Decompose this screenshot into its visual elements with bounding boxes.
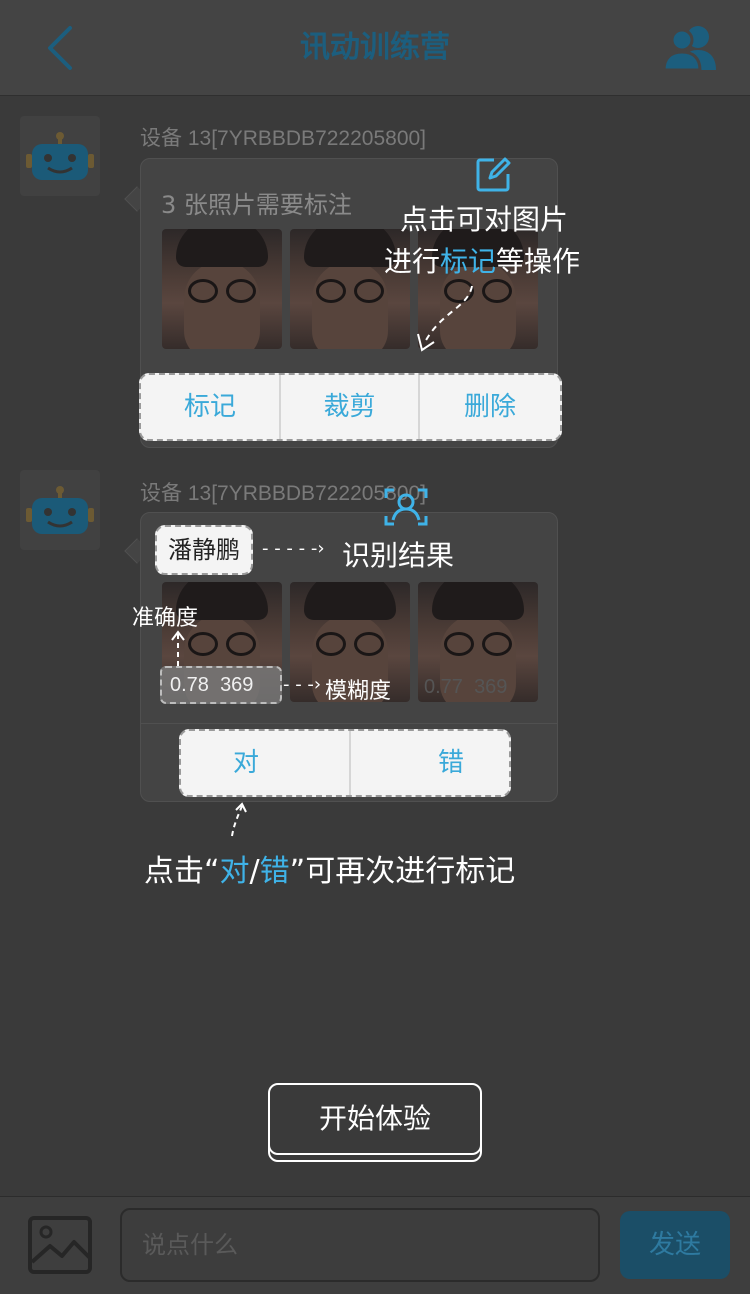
mark-button[interactable]: 标记 [141, 375, 279, 439]
dashed-arrow-icon [171, 630, 185, 666]
image-icon [28, 1216, 92, 1274]
send-button[interactable]: 发送 [620, 1211, 730, 1279]
page-title: 讯动训练营 [300, 30, 450, 65]
arrow-to-blur: - - -› [283, 674, 322, 695]
wrong-button[interactable]: 错 [381, 731, 521, 795]
dashed-arrow-icon [417, 285, 473, 352]
delete-button[interactable]: 删除 [420, 375, 560, 439]
photo-actions-bar: 标记 裁剪 删除 [139, 373, 562, 441]
start-experience-button[interactable]: 开始体验 [268, 1083, 482, 1155]
face-recognition-icon [384, 488, 428, 526]
mark-note-line1: 点击可对图片 [400, 203, 569, 236]
accuracy-note: 准确度 [132, 606, 199, 631]
robot-icon [26, 486, 94, 534]
message-input[interactable]: 说点什么 [120, 1208, 600, 1282]
bottom-note: 点击“对/错”可再次进行标记 [144, 854, 516, 889]
result-note: 识别结果 [342, 539, 455, 572]
face-photo[interactable] [162, 229, 282, 349]
blur-note: 模糊度 [325, 679, 392, 704]
bot-avatar [20, 470, 100, 550]
recognized-name: 潘静鹏 [155, 525, 253, 575]
score-highlight: 0.78 369 [160, 666, 282, 704]
photo-score: 0.77 369 [424, 676, 508, 698]
crop-button[interactable]: 裁剪 [281, 375, 418, 439]
edit-icon [476, 157, 511, 192]
correct-button[interactable]: 对 [181, 731, 311, 795]
bot-avatar [20, 116, 100, 196]
mark-note-line2: 进行标记等操作 [384, 245, 581, 278]
robot-icon [26, 132, 94, 180]
users-icon [662, 26, 716, 72]
arrow-to-result: - - - - -› [262, 538, 325, 559]
image-picker-button[interactable] [28, 1216, 92, 1274]
feedback-actions-bar: 对 错 [179, 729, 511, 797]
contacts-button[interactable] [658, 22, 722, 74]
dashed-arrow-icon [231, 802, 247, 837]
device-label: 设备 13[7YRBBDB722205800] [140, 127, 427, 150]
message-text: 3 张照片需要标注 [161, 191, 352, 219]
